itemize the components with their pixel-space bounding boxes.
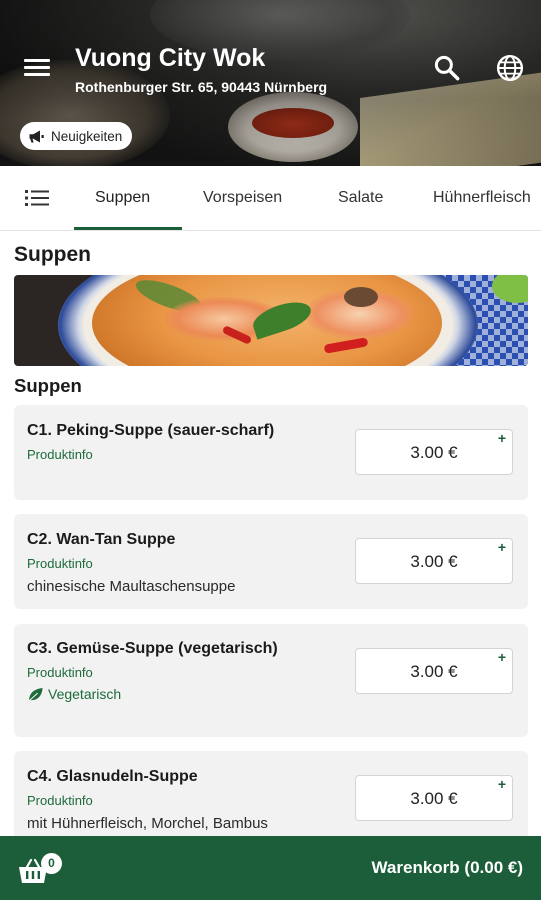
news-button[interactable]: Neuigkeiten: [20, 122, 133, 150]
menu-icon[interactable]: [24, 57, 50, 79]
product-info-link[interactable]: Produktinfo: [27, 793, 93, 808]
cart-bar[interactable]: 0 Warenkorb (0.00 €): [0, 836, 541, 900]
add-to-cart-button[interactable]: + 3.00 €: [355, 775, 513, 821]
category-banner-image: [14, 275, 528, 366]
product-card[interactable]: C1. Peking-Suppe (sauer-scharf) Produkti…: [14, 405, 528, 500]
cart-label: Warenkorb (0.00 €): [371, 858, 523, 877]
product-card[interactable]: C4. Glasnudeln-Suppe Produktinfo mit Hüh…: [14, 751, 528, 846]
product-info-link[interactable]: Produktinfo: [27, 556, 93, 571]
megaphone-icon: [29, 130, 44, 142]
product-info-link[interactable]: Produktinfo: [27, 447, 93, 462]
product-card[interactable]: C3. Gemüse-Suppe (vegetarisch) Produktin…: [14, 624, 528, 737]
product-description: chinesische Maultaschensuppe: [27, 578, 236, 595]
product-price: 3.00 €: [410, 662, 458, 681]
add-to-cart-button[interactable]: + 3.00 €: [355, 429, 513, 475]
vegetarian-badge: Vegetarisch: [27, 686, 121, 702]
product-name: C3. Gemüse-Suppe (vegetarisch): [27, 640, 278, 657]
product-description: mit Hühnerfleisch, Morchel, Bambus: [27, 815, 268, 832]
add-to-cart-button[interactable]: + 3.00 €: [355, 538, 513, 584]
product-name: C4. Glasnudeln-Suppe: [27, 768, 198, 785]
category-tabs: Suppen Vorspeisen Salate Hühnerfleisch: [0, 166, 541, 231]
store-address: Rothenburger Str. 65, 90443 Nürnberg: [75, 79, 328, 95]
category-title: Suppen: [14, 243, 91, 266]
vegetarian-label: Vegetarisch: [48, 686, 122, 702]
product-price: 3.00 €: [410, 789, 458, 808]
product-price: 3.00 €: [410, 552, 458, 571]
store-name: Vuong City Wok: [75, 44, 266, 72]
store-header: Vuong City Wok Rothenburger Str. 65, 904…: [0, 0, 541, 166]
active-tab-indicator: [74, 227, 182, 230]
news-label: Neuigkeiten: [51, 128, 123, 144]
add-to-cart-button[interactable]: + 3.00 €: [355, 648, 513, 694]
leaf-icon: [28, 687, 43, 701]
product-name: C1. Peking-Suppe (sauer-scharf): [27, 422, 275, 439]
product-name: C2. Wan-Tan Suppe: [27, 531, 176, 548]
search-icon[interactable]: [432, 53, 462, 83]
tab-salate[interactable]: Salate: [338, 166, 383, 230]
product-price: 3.00 €: [410, 443, 458, 462]
category-list-icon[interactable]: [25, 189, 49, 207]
tab-vorspeisen[interactable]: Vorspeisen: [203, 166, 282, 230]
tab-huehnerfleisch[interactable]: Hühnerfleisch: [433, 166, 531, 230]
cart-count-badge: 0: [41, 853, 62, 874]
tab-suppen[interactable]: Suppen: [95, 166, 150, 230]
section-title: Suppen: [14, 375, 82, 396]
globe-icon[interactable]: [495, 53, 525, 83]
product-card[interactable]: C2. Wan-Tan Suppe Produktinfo chinesisch…: [14, 514, 528, 609]
product-info-link[interactable]: Produktinfo: [27, 665, 93, 680]
